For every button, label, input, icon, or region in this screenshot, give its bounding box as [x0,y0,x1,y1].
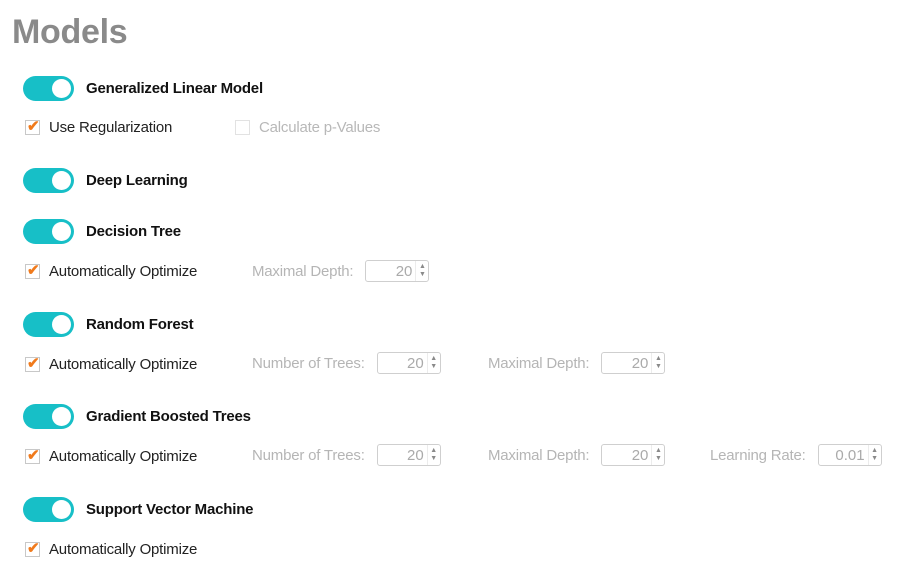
spinner-arrows[interactable]: ▲ ▼ [651,353,664,373]
spin-down-icon[interactable]: ▼ [419,271,426,279]
svm-toggle[interactable] [23,496,74,522]
spinner-arrows[interactable]: ▲ ▼ [426,353,440,373]
deep-learning-toggle[interactable] [23,167,74,193]
spinner-value[interactable]: 0.01 [819,447,868,464]
glm-calculate-p-values[interactable]: Calculate p-Values [235,117,380,137]
spin-down-icon[interactable]: ▼ [430,363,437,371]
gbt-number-of-trees: Number of Trees: 20 ▲ ▼ [252,444,441,466]
rf-maximal-depth: Maximal Depth: 20 ▲ ▼ [488,352,666,374]
gbt-auto-optimize[interactable]: ✔ Automatically Optimize [25,446,197,466]
use-regularization-checkbox[interactable]: ✔ [25,117,40,135]
spin-down-icon[interactable]: ▼ [871,455,878,463]
spin-up-icon[interactable]: ▲ [430,355,437,363]
field-label: Learning Rate: [710,446,806,464]
number-of-trees-spinner[interactable]: 20 ▲ ▼ [376,444,441,466]
model-glm: Generalized Linear Model [23,75,263,101]
checkbox-label: Automatically Optimize [49,540,198,558]
model-name: Random Forest [86,315,194,333]
field-label: Number of Trees: [252,446,365,464]
spinner-arrows[interactable]: ▲ ▼ [426,445,440,465]
spinner-value[interactable]: 20 [378,355,427,372]
model-support-vector-machine: Support Vector Machine [23,496,253,522]
spinner-value[interactable]: 20 [602,447,651,464]
spinner-arrows[interactable]: ▲ ▼ [867,445,881,465]
spin-up-icon[interactable]: ▲ [655,447,662,455]
checkbox-label: Calculate p-Values [259,118,381,136]
checkbox-label: Use Regularization [49,118,173,136]
checkbox-label: Automatically Optimize [49,355,198,373]
decision-tree-toggle[interactable] [23,218,74,244]
dt-auto-optimize[interactable]: ✔ Automatically Optimize [25,261,197,281]
check-icon: ✔ [27,539,40,557]
toggle-knob [52,78,71,98]
auto-optimize-checkbox[interactable]: ✔ [25,446,40,464]
rf-auto-optimize[interactable]: ✔ Automatically Optimize [25,354,197,374]
model-name: Gradient Boosted Trees [86,407,251,425]
field-label: Number of Trees: [252,354,365,372]
svm-auto-optimize[interactable]: ✔ Automatically Optimize [25,539,197,559]
maximal-depth-spinner[interactable]: 20 ▲ ▼ [601,352,666,374]
toggle-knob [52,170,71,190]
spin-down-icon[interactable]: ▼ [655,363,662,371]
model-deep-learning: Deep Learning [23,167,188,193]
number-of-trees-spinner[interactable]: 20 ▲ ▼ [376,352,441,374]
spin-down-icon[interactable]: ▼ [430,455,437,463]
field-label: Maximal Depth: [488,354,590,372]
spinner-value[interactable]: 20 [602,355,651,372]
auto-optimize-checkbox[interactable]: ✔ [25,539,40,557]
model-name: Generalized Linear Model [86,79,263,97]
gbt-learning-rate: Learning Rate: 0.01 ▲ ▼ [710,444,882,466]
field-label: Maximal Depth: [488,446,590,464]
spinner-arrows[interactable]: ▲ ▼ [651,445,664,465]
spin-down-icon[interactable]: ▼ [655,455,662,463]
model-decision-tree: Decision Tree [23,218,181,244]
check-icon: ✔ [27,354,40,372]
glm-use-regularization[interactable]: ✔ Use Regularization [25,117,172,137]
spin-up-icon[interactable]: ▲ [655,355,662,363]
learning-rate-spinner[interactable]: 0.01 ▲ ▼ [817,444,882,466]
page-title: Models [12,13,128,51]
spin-up-icon[interactable]: ▲ [430,447,437,455]
spinner-value[interactable]: 20 [378,447,427,464]
model-name: Decision Tree [86,222,181,240]
auto-optimize-checkbox[interactable]: ✔ [25,261,40,279]
model-name: Deep Learning [86,171,188,189]
calculate-p-values-checkbox[interactable] [235,119,250,135]
auto-optimize-checkbox[interactable]: ✔ [25,354,40,372]
model-gradient-boosted-trees: Gradient Boosted Trees [23,403,251,429]
dt-maximal-depth: Maximal Depth: 20 ▲ ▼ [252,260,430,282]
spin-up-icon[interactable]: ▲ [419,263,426,271]
maximal-depth-spinner[interactable]: 20 ▲ ▼ [365,260,430,282]
maximal-depth-spinner[interactable]: 20 ▲ ▼ [601,444,666,466]
gradient-boosted-trees-toggle[interactable] [23,403,74,429]
toggle-knob [52,499,71,519]
check-icon: ✔ [27,446,40,464]
checkbox-label: Automatically Optimize [49,262,198,280]
spin-up-icon[interactable]: ▲ [871,447,878,455]
model-name: Support Vector Machine [86,500,254,518]
spinner-value[interactable]: 20 [366,263,415,280]
glm-toggle[interactable] [23,75,74,101]
check-icon: ✔ [27,117,40,135]
field-label: Maximal Depth: [252,262,354,280]
gbt-maximal-depth: Maximal Depth: 20 ▲ ▼ [488,444,666,466]
check-icon: ✔ [27,261,40,279]
random-forest-toggle[interactable] [23,311,74,337]
model-random-forest: Random Forest [23,311,194,337]
rf-number-of-trees: Number of Trees: 20 ▲ ▼ [252,352,441,374]
toggle-knob [52,221,71,241]
checkbox-label: Automatically Optimize [49,447,198,465]
spinner-arrows[interactable]: ▲ ▼ [415,261,428,281]
toggle-knob [52,406,71,426]
toggle-knob [52,314,71,334]
